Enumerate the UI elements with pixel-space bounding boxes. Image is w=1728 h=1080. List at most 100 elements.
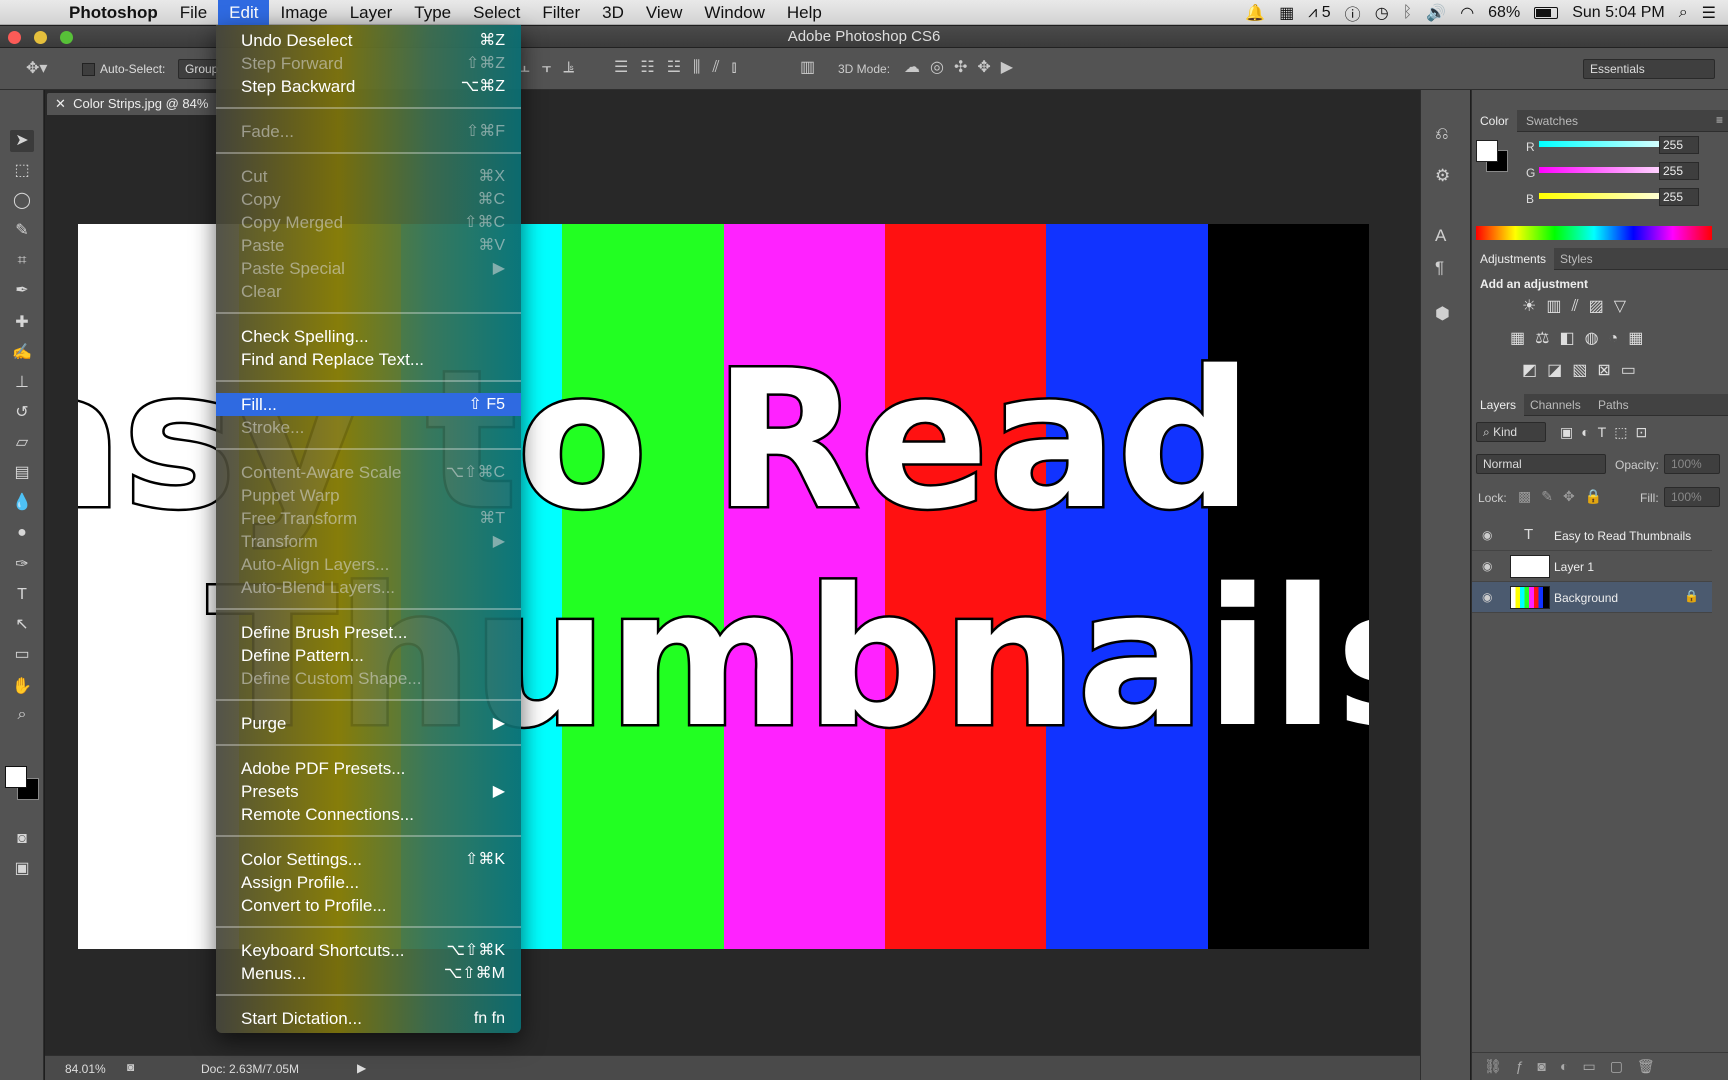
menu-help[interactable]: Help xyxy=(776,0,833,25)
battery-percent[interactable]: 68% xyxy=(1488,4,1520,22)
adjustment-icons-row1[interactable]: ☀▥⫽▨▽ xyxy=(1522,296,1636,316)
menu-item[interactable]: Copy Merged ⇧⌘C xyxy=(216,211,521,234)
layer-name[interactable]: Easy to Read Thumbnails xyxy=(1554,529,1691,543)
time-machine-icon[interactable]: ◷ xyxy=(1375,3,1389,23)
properties-panel-icon[interactable]: ⚙ xyxy=(1435,166,1450,186)
menu-item[interactable]: Check Spelling... xyxy=(216,325,521,348)
status-info-icon[interactable]: ◙ xyxy=(127,1060,134,1074)
bluetooth-icon[interactable]: ᛒ xyxy=(1403,4,1413,22)
gradient-tool-icon[interactable]: ▤ xyxy=(10,462,34,484)
menu-3d[interactable]: 3D xyxy=(591,0,635,25)
document-tab[interactable]: ✕ Color Strips.jpg @ 84% xyxy=(47,93,217,115)
menu-item[interactable]: Auto-Blend Layers... xyxy=(216,576,521,599)
zoom-window-icon[interactable] xyxy=(60,31,73,44)
menu-item[interactable]: Content-Aware Scale ⌥⇧⌘C xyxy=(216,461,521,484)
menu-item[interactable]: Menus... ⌥⇧⌘M xyxy=(216,962,521,985)
menu-item[interactable]: Undo Deselect ⌘Z xyxy=(216,29,521,52)
layer-row[interactable]: ◉ Background 🔒 xyxy=(1472,582,1712,613)
clock[interactable]: Sun 5:04 PM xyxy=(1572,4,1665,22)
info-icon[interactable]: ⓘ xyxy=(1345,1,1361,25)
move-tool-preset-icon[interactable]: ✥▾ xyxy=(26,61,47,77)
auto-select-checkbox[interactable] xyxy=(82,63,95,76)
history-panel-icon[interactable]: ⎌ xyxy=(1435,124,1449,144)
auto-align-icon[interactable]: ▥ xyxy=(800,60,815,76)
spotlight-search-icon[interactable]: ⌕ xyxy=(1679,4,1688,22)
panel-menu-icon[interactable]: ≡ xyxy=(1716,113,1723,127)
menu-item[interactable]: Convert to Profile... xyxy=(216,894,521,917)
layers-footer-icons[interactable]: ⛓ƒ◙◐▭▢🗑 xyxy=(1472,1052,1728,1080)
notification-bell-icon[interactable]: 🔔 xyxy=(1245,3,1265,23)
tab-layers[interactable]: Layers xyxy=(1472,394,1525,416)
menu-item[interactable]: Presets ▶ xyxy=(216,780,521,803)
blur-tool-icon[interactable]: 💧 xyxy=(10,492,34,514)
menu-item[interactable]: Copy ⌘C xyxy=(216,188,521,211)
menu-item[interactable]: Fill... ⇧ F5 xyxy=(216,393,521,416)
menu-item[interactable]: Transform ▶ xyxy=(216,530,521,553)
move-tool-icon[interactable]: ➤ xyxy=(10,130,34,152)
fill-input[interactable]: 100% xyxy=(1664,487,1720,507)
zoom-tool-icon[interactable]: ⌕ xyxy=(10,704,34,726)
close-tab-icon[interactable]: ✕ xyxy=(55,96,66,111)
adobe-updates-icon[interactable]: ⩘ 5 xyxy=(1308,4,1330,22)
notification-center-icon[interactable]: ☰ xyxy=(1702,3,1716,23)
paragraph-panel-icon[interactable]: ¶ xyxy=(1435,258,1444,278)
menu-item[interactable]: Stroke... xyxy=(216,416,521,439)
menu-item[interactable]: Paste Special ▶ xyxy=(216,257,521,280)
close-window-icon[interactable] xyxy=(8,31,21,44)
minimize-window-icon[interactable] xyxy=(34,31,47,44)
visibility-eye-icon[interactable]: ◉ xyxy=(1482,559,1492,573)
blue-value[interactable]: 255 xyxy=(1659,188,1699,206)
color-panel-foreground-swatch[interactable] xyxy=(1476,140,1498,162)
menu-filter[interactable]: Filter xyxy=(531,0,591,25)
visibility-eye-icon[interactable]: ◉ xyxy=(1482,528,1492,542)
eraser-tool-icon[interactable]: ▱ xyxy=(10,432,34,454)
lasso-tool-icon[interactable]: ◯ xyxy=(10,190,34,212)
tab-adjustments[interactable]: Adjustments xyxy=(1472,248,1555,270)
menu-item[interactable]: Remote Connections... xyxy=(216,803,521,826)
menu-item[interactable]: Paste ⌘V xyxy=(216,234,521,257)
hand-tool-icon[interactable]: ✋ xyxy=(10,676,34,698)
wifi-icon[interactable]: ◠ xyxy=(1460,3,1474,23)
volume-icon[interactable]: 🔊 xyxy=(1426,3,1446,23)
green-value[interactable]: 255 xyxy=(1659,162,1699,180)
menu-item[interactable]: Auto-Align Layers... xyxy=(216,553,521,576)
visibility-eye-icon[interactable]: ◉ xyxy=(1482,590,1492,604)
menu-select[interactable]: Select xyxy=(462,0,531,25)
menu-file[interactable]: File xyxy=(169,0,218,25)
menu-item[interactable]: Fade... ⇧⌘F xyxy=(216,120,521,143)
healing-brush-tool-icon[interactable]: ✚ xyxy=(10,312,34,334)
tab-channels[interactable]: Channels xyxy=(1522,394,1589,416)
status-menu-arrow-icon[interactable]: ▶ xyxy=(357,1061,366,1075)
layer-name[interactable]: Background xyxy=(1554,591,1618,605)
menu-item[interactable]: Step Forward ⇧⌘Z xyxy=(216,52,521,75)
menu-item[interactable]: Define Custom Shape... xyxy=(216,667,521,690)
lock-icons[interactable]: ▩✎✥🔒 xyxy=(1518,488,1612,505)
foreground-color-swatch[interactable] xyxy=(5,766,27,788)
window-grid-icon[interactable]: ▦ xyxy=(1279,3,1294,23)
auto-select-target-dropdown[interactable]: Group xyxy=(178,59,218,79)
menu-item[interactable]: Color Settings... ⇧⌘K xyxy=(216,848,521,871)
menu-item[interactable]: Find and Replace Text... xyxy=(216,348,521,371)
eyedropper-tool-icon[interactable]: ✒ xyxy=(10,280,34,302)
screen-mode-icon[interactable]: ▣ xyxy=(10,858,34,880)
tab-styles[interactable]: Styles xyxy=(1552,248,1601,270)
path-selection-tool-icon[interactable]: ↖ xyxy=(10,614,34,636)
workspace-switcher[interactable]: Essentials xyxy=(1583,59,1715,79)
color-ramp[interactable] xyxy=(1476,226,1712,240)
marquee-tool-icon[interactable]: ⬚ xyxy=(10,160,34,182)
menu-item[interactable]: Start Dictation... fn fn xyxy=(216,1007,521,1030)
menu-layer[interactable]: Layer xyxy=(339,0,404,25)
pen-tool-icon[interactable]: ✑ xyxy=(10,554,34,576)
menu-window[interactable]: Window xyxy=(693,0,775,25)
red-value[interactable]: 255 xyxy=(1659,136,1699,154)
menu-item[interactable]: Cut ⌘X xyxy=(216,165,521,188)
menu-edit[interactable]: Edit xyxy=(218,0,270,25)
menu-item[interactable]: Keyboard Shortcuts... ⌥⇧⌘K xyxy=(216,939,521,962)
3d-panel-icon[interactable]: ⬢ xyxy=(1435,304,1450,324)
tab-color[interactable]: Color xyxy=(1472,110,1517,132)
menu-item[interactable]: Step Backward ⌥⌘Z xyxy=(216,75,521,98)
dodge-tool-icon[interactable]: ● xyxy=(10,522,34,544)
history-brush-tool-icon[interactable]: ↺ xyxy=(10,402,34,424)
battery-icon[interactable] xyxy=(1534,6,1559,19)
opacity-input[interactable]: 100% xyxy=(1664,454,1720,474)
